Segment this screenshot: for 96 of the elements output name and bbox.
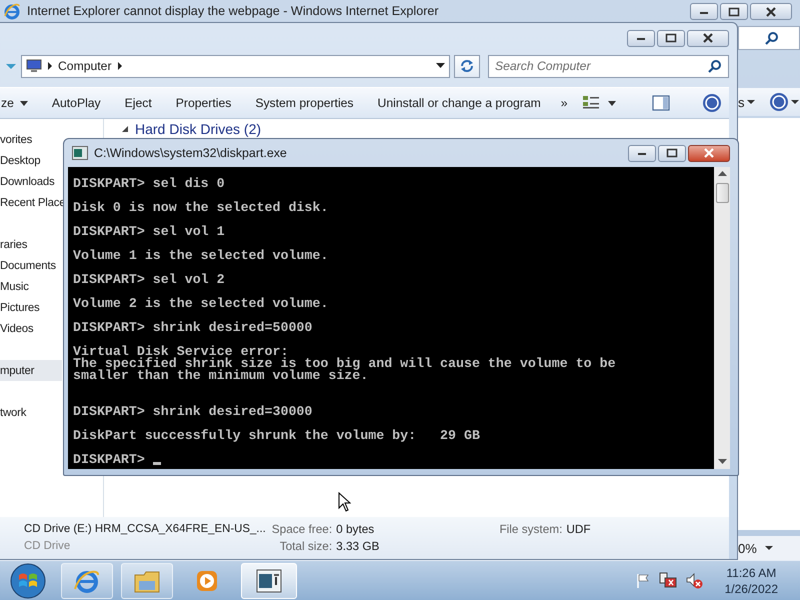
caret-icon[interactable] [436, 63, 445, 69]
console-line: smaller than the minimum volume size. [73, 370, 370, 382]
refresh-icon [459, 59, 475, 73]
taskbar-button[interactable] [241, 562, 297, 598]
sidebar-item[interactable]: Desktop [0, 150, 62, 171]
address-bar[interactable]: Computer [21, 54, 450, 78]
sidebar-item[interactable]: Pictures [0, 297, 62, 318]
scroll-thumb[interactable] [716, 183, 728, 203]
toolbar-button[interactable]: Properties [164, 90, 244, 116]
caret-icon [764, 545, 773, 551]
scroll-up-icon[interactable] [718, 171, 726, 177]
sidebar-item[interactable]: Downloads [0, 171, 62, 192]
console-line: DISKPART> sel dis 0 [73, 178, 226, 190]
collapse-arrow-icon[interactable] [121, 125, 129, 133]
close-icon [702, 33, 714, 43]
close-icon [765, 6, 777, 16]
caret-icon [790, 99, 798, 105]
taskbar-button[interactable] [61, 562, 113, 598]
minimize-button[interactable] [690, 3, 718, 20]
console-line: Volume 2 is the selected volume. [73, 298, 330, 310]
console-line: DISKPART> [73, 454, 714, 466]
minimize-icon [637, 150, 647, 156]
drive-type: CD Drive [24, 539, 72, 554]
close-button[interactable] [687, 30, 729, 46]
browser-icon [3, 2, 21, 20]
flag-icon[interactable] [634, 572, 651, 588]
scrollbar[interactable] [714, 167, 730, 469]
tools-menu[interactable]: s [738, 94, 744, 110]
zoom-level[interactable]: 0% [738, 540, 757, 556]
sidebar-item[interactable]: raries [0, 234, 62, 255]
clock-date: 1/26/2022 [724, 580, 778, 596]
clock[interactable]: 11:26 AM 1/26/2022 [724, 564, 778, 596]
network-icon[interactable] [658, 572, 677, 590]
caret-icon [746, 99, 754, 105]
toolbar-button[interactable]: Uninstall or change a program [366, 90, 553, 116]
field-value: UDF [566, 522, 591, 537]
close-button[interactable] [750, 3, 792, 20]
maximize-button[interactable] [658, 144, 686, 162]
sidebar-item[interactable]: twork [0, 402, 62, 423]
window-title: C:\Windows\system32\diskpart.exe [94, 146, 288, 160]
field-label: Total size: [278, 539, 332, 554]
group-heading[interactable]: Hard Disk Drives (2) [135, 121, 262, 137]
maximize-icon [665, 33, 677, 43]
sidebar-item[interactable]: Documents [0, 255, 62, 276]
console-line: The specified shrink size is too big and will cause the volume to be [73, 358, 617, 370]
chevron-icon [116, 62, 123, 70]
search-icon [765, 31, 779, 45]
close-icon [703, 148, 715, 158]
console-icon [72, 146, 88, 160]
toolbar-button[interactable]: AutoPlay [40, 90, 113, 116]
more-button[interactable]: » [552, 90, 576, 116]
minimize-icon [636, 35, 646, 41]
organize-menu[interactable]: ze [1, 90, 40, 116]
search-icon [708, 59, 722, 73]
minimize-button[interactable] [627, 30, 655, 46]
console-line: Volume 1 is the selected volume. [73, 250, 330, 262]
console-line: Disk 0 is now the selected disk. [73, 202, 330, 214]
toolbar-button[interactable]: System properties [243, 90, 366, 116]
console-line: Virtual Disk Service error: [73, 346, 288, 358]
muted-speaker-icon[interactable] [684, 572, 703, 590]
field-label: Space free: [272, 522, 332, 537]
sidebar-item[interactable]: Videos [0, 318, 62, 339]
scroll-down-icon[interactable] [718, 459, 726, 465]
maximize-icon [666, 148, 678, 158]
clock-time: 11:26 AM [726, 564, 776, 580]
console-line: DISKPART> sel vol 1 [73, 226, 226, 238]
console-line: DISKPART> shrink desired=50000 [73, 322, 314, 334]
console-window-icon [255, 566, 283, 594]
console-line: DISKPART> shrink desired=30000 [73, 406, 314, 418]
sidebar-item[interactable]: mputer [0, 360, 62, 381]
window-title: Internet Explorer cannot display the webpage - Windows Internet Explorer [27, 4, 439, 18]
field-value: 3.33 GB [336, 539, 380, 554]
maximize-button[interactable] [657, 30, 685, 46]
view-options-icon[interactable] [582, 95, 600, 111]
search-field[interactable] [738, 26, 800, 50]
field-label: File system: [499, 522, 562, 537]
search-box[interactable]: Search Computer [488, 54, 729, 78]
sidebar-item[interactable]: vorites [0, 129, 62, 150]
chevron-icon [47, 62, 53, 70]
address-segment[interactable]: Computer [58, 59, 112, 73]
preview-pane-icon[interactable] [652, 95, 670, 111]
caret-icon[interactable] [608, 100, 616, 106]
console-line: DiskPart successfully shrunk the volume by: 29 GB [73, 430, 481, 442]
refresh-button[interactable] [454, 54, 480, 78]
minimize-button[interactable] [628, 144, 656, 162]
maximize-icon [728, 6, 740, 16]
console-line: DISKPART> sel vol 2 [73, 274, 226, 286]
caret-icon [20, 100, 28, 106]
sidebar-item[interactable]: Music [0, 276, 62, 297]
drive-name: CD Drive (E:) HRM_CCSA_X64FRE_EN-US_... [24, 522, 266, 537]
computer-icon [26, 59, 42, 73]
mouse-pointer-icon [338, 492, 351, 512]
maximize-button[interactable] [720, 3, 748, 20]
close-button[interactable] [688, 144, 730, 162]
toolbar-button[interactable]: Eject [112, 90, 164, 116]
field-value: 0 bytes [336, 522, 376, 537]
